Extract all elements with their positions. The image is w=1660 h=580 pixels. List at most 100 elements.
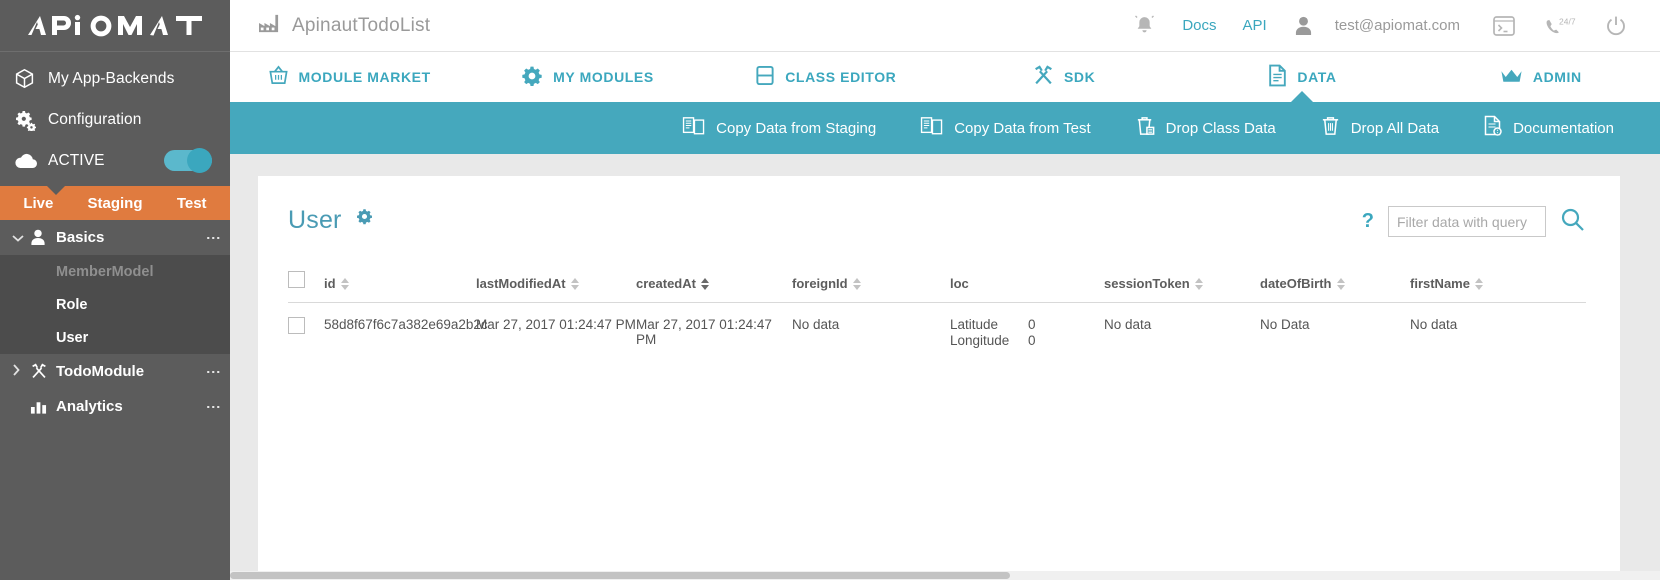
- factory-icon: [258, 13, 280, 38]
- sidebar-item-configuration[interactable]: Configuration: [0, 99, 230, 140]
- sort-icon[interactable]: [570, 277, 579, 291]
- tree-group-basics[interactable]: Basics ⋮: [0, 220, 230, 255]
- column-header-foreignid[interactable]: foreignId: [792, 271, 950, 303]
- filter-controls: ?: [1362, 206, 1586, 237]
- longitude-label: Longitude: [950, 333, 1010, 348]
- terminal-icon[interactable]: [1478, 15, 1530, 37]
- horizontal-scrollbar[interactable]: [230, 571, 1660, 580]
- apiomat-logo[interactable]: [0, 0, 230, 52]
- main-area: ApinautTodoList Docs API test@apiomat.co…: [230, 0, 1660, 580]
- tree-group-menu-icon[interactable]: ⋮: [206, 365, 222, 379]
- user-avatar-icon[interactable]: [1280, 16, 1327, 36]
- module-tree: Basics ⋮ MemberModel Role User TodoModul…: [0, 220, 230, 580]
- nav-tab-data[interactable]: DATA: [1183, 52, 1421, 102]
- drop-class-data-button[interactable]: Drop Class Data: [1113, 115, 1298, 141]
- docs-link[interactable]: Docs: [1169, 17, 1229, 34]
- table-header-row: id lastModifiedAt createdAt foreignId lo…: [288, 271, 1586, 303]
- page-title-wrap: User: [288, 206, 373, 235]
- nav-tab-module-market[interactable]: MODULE MARKET: [230, 52, 468, 102]
- column-header-dateofbirth[interactable]: dateOfBirth: [1260, 271, 1410, 303]
- nav-tab-label: SDK: [1063, 69, 1096, 85]
- nav-tab-sdk[interactable]: SDK: [945, 52, 1183, 102]
- user-email: test@apiomat.com: [1334, 17, 1460, 34]
- sort-icon-active[interactable]: [700, 277, 709, 291]
- sidebar-item-my-app-backends[interactable]: My App-Backends: [0, 58, 230, 99]
- toggle-knob: [187, 148, 212, 173]
- column-header-id[interactable]: id: [324, 271, 476, 303]
- tree-group-label: Analytics: [56, 398, 123, 415]
- tree-item-membermodel[interactable]: MemberModel: [0, 255, 230, 288]
- query-help-icon[interactable]: ?: [1362, 210, 1374, 233]
- column-header-firstname[interactable]: firstName: [1410, 271, 1586, 303]
- scrollbar-thumb[interactable]: [230, 572, 1010, 579]
- sort-icon[interactable]: [340, 277, 349, 291]
- crown-icon: [1500, 67, 1523, 88]
- active-toggle[interactable]: [164, 148, 212, 173]
- support-24-7-icon[interactable]: 24/7: [1530, 15, 1590, 37]
- copy-data-from-test-button[interactable]: Copy Data from Test: [898, 116, 1112, 140]
- sidebar-item-active-status[interactable]: ACTIVE: [0, 140, 230, 181]
- nav-tab-my-modules[interactable]: MY MODULES: [468, 52, 706, 102]
- nav-tab-class-editor[interactable]: CLASS EDITOR: [707, 52, 945, 102]
- cell-foreignid: No data: [792, 317, 840, 332]
- sort-icon[interactable]: [1336, 277, 1345, 291]
- nav-tab-admin[interactable]: ADMIN: [1422, 52, 1660, 102]
- copy-icon: [682, 116, 706, 140]
- sidebar-item-label: My App-Backends: [48, 69, 175, 87]
- api-link[interactable]: API: [1230, 17, 1280, 34]
- nav-tab-label: MODULE MARKET: [298, 69, 431, 85]
- cube-icon: [14, 68, 44, 89]
- module-navigation: MODULE MARKET MY MODULES CLASS EDITOR SD…: [230, 52, 1660, 102]
- sidebar-primary-nav: My App-Backends Configuration ACTIVE: [0, 52, 230, 181]
- cell-firstname: No data: [1410, 317, 1458, 332]
- sidebar-item-label: ACTIVE: [48, 151, 105, 169]
- search-button[interactable]: [1560, 207, 1586, 236]
- action-label: Documentation: [1513, 119, 1614, 137]
- action-label: Copy Data from Test: [954, 119, 1091, 137]
- tree-group-label: Basics: [56, 229, 105, 246]
- select-all-header: [288, 271, 324, 303]
- cell-createdat: Mar 27, 2017 01:24:47 PM: [636, 317, 772, 347]
- documentation-button[interactable]: Documentation: [1461, 115, 1636, 141]
- sort-icon[interactable]: [852, 277, 861, 291]
- drop-all-data-button[interactable]: Drop All Data: [1298, 115, 1461, 141]
- environment-tab-test[interactable]: Test: [153, 195, 230, 212]
- tree-group-menu-icon[interactable]: ⋮: [206, 400, 222, 414]
- sort-icon[interactable]: [1194, 277, 1203, 291]
- sort-icon[interactable]: [1474, 277, 1483, 291]
- latitude-value: 0: [1028, 317, 1036, 332]
- tree-group-analytics[interactable]: Analytics ⋮: [0, 389, 230, 424]
- person-icon: [30, 229, 56, 246]
- action-label: Drop All Data: [1350, 119, 1440, 137]
- action-label: Drop Class Data: [1165, 119, 1276, 137]
- trash-class-icon: [1135, 115, 1156, 141]
- tools-icon: [30, 363, 56, 380]
- column-header-loc: loc: [950, 271, 1104, 303]
- table-row[interactable]: 58d8f67f6c7a382e69a2b2c Mar 27, 2017 01:…: [288, 303, 1586, 364]
- cell-sessiontoken: No data: [1104, 317, 1152, 332]
- row-select-cell: [288, 303, 324, 364]
- row-checkbox[interactable]: [288, 317, 305, 334]
- cell-dateofbirth: No Data: [1260, 317, 1310, 332]
- power-icon[interactable]: [1590, 14, 1642, 38]
- class-settings-gear-icon[interactable]: [356, 208, 373, 225]
- tree-item-user[interactable]: User: [0, 321, 230, 354]
- environment-tab-staging[interactable]: Staging: [77, 195, 154, 212]
- class-editor-icon: [755, 65, 775, 89]
- tree-item-role[interactable]: Role: [0, 288, 230, 321]
- tree-group-todomodule[interactable]: TodoModule ⋮: [0, 354, 230, 389]
- top-header: ApinautTodoList Docs API test@apiomat.co…: [230, 0, 1660, 52]
- column-header-lastmodifiedat[interactable]: lastModifiedAt: [476, 271, 636, 303]
- data-table: id lastModifiedAt createdAt foreignId lo…: [288, 271, 1586, 363]
- nav-tab-label: MY MODULES: [553, 69, 654, 85]
- chevron-down-icon: [12, 231, 30, 245]
- bell-icon[interactable]: [1120, 14, 1169, 37]
- filter-query-input[interactable]: [1388, 206, 1546, 237]
- select-all-checkbox[interactable]: [288, 271, 305, 288]
- column-header-sessiontoken[interactable]: sessionToken: [1104, 271, 1260, 303]
- environment-tab-live[interactable]: Live: [0, 195, 77, 212]
- tree-group-menu-icon[interactable]: ⋮: [206, 231, 222, 245]
- cloud-icon: [14, 152, 44, 170]
- column-header-createdat[interactable]: createdAt: [636, 271, 792, 303]
- copy-data-from-staging-button[interactable]: Copy Data from Staging: [660, 116, 898, 140]
